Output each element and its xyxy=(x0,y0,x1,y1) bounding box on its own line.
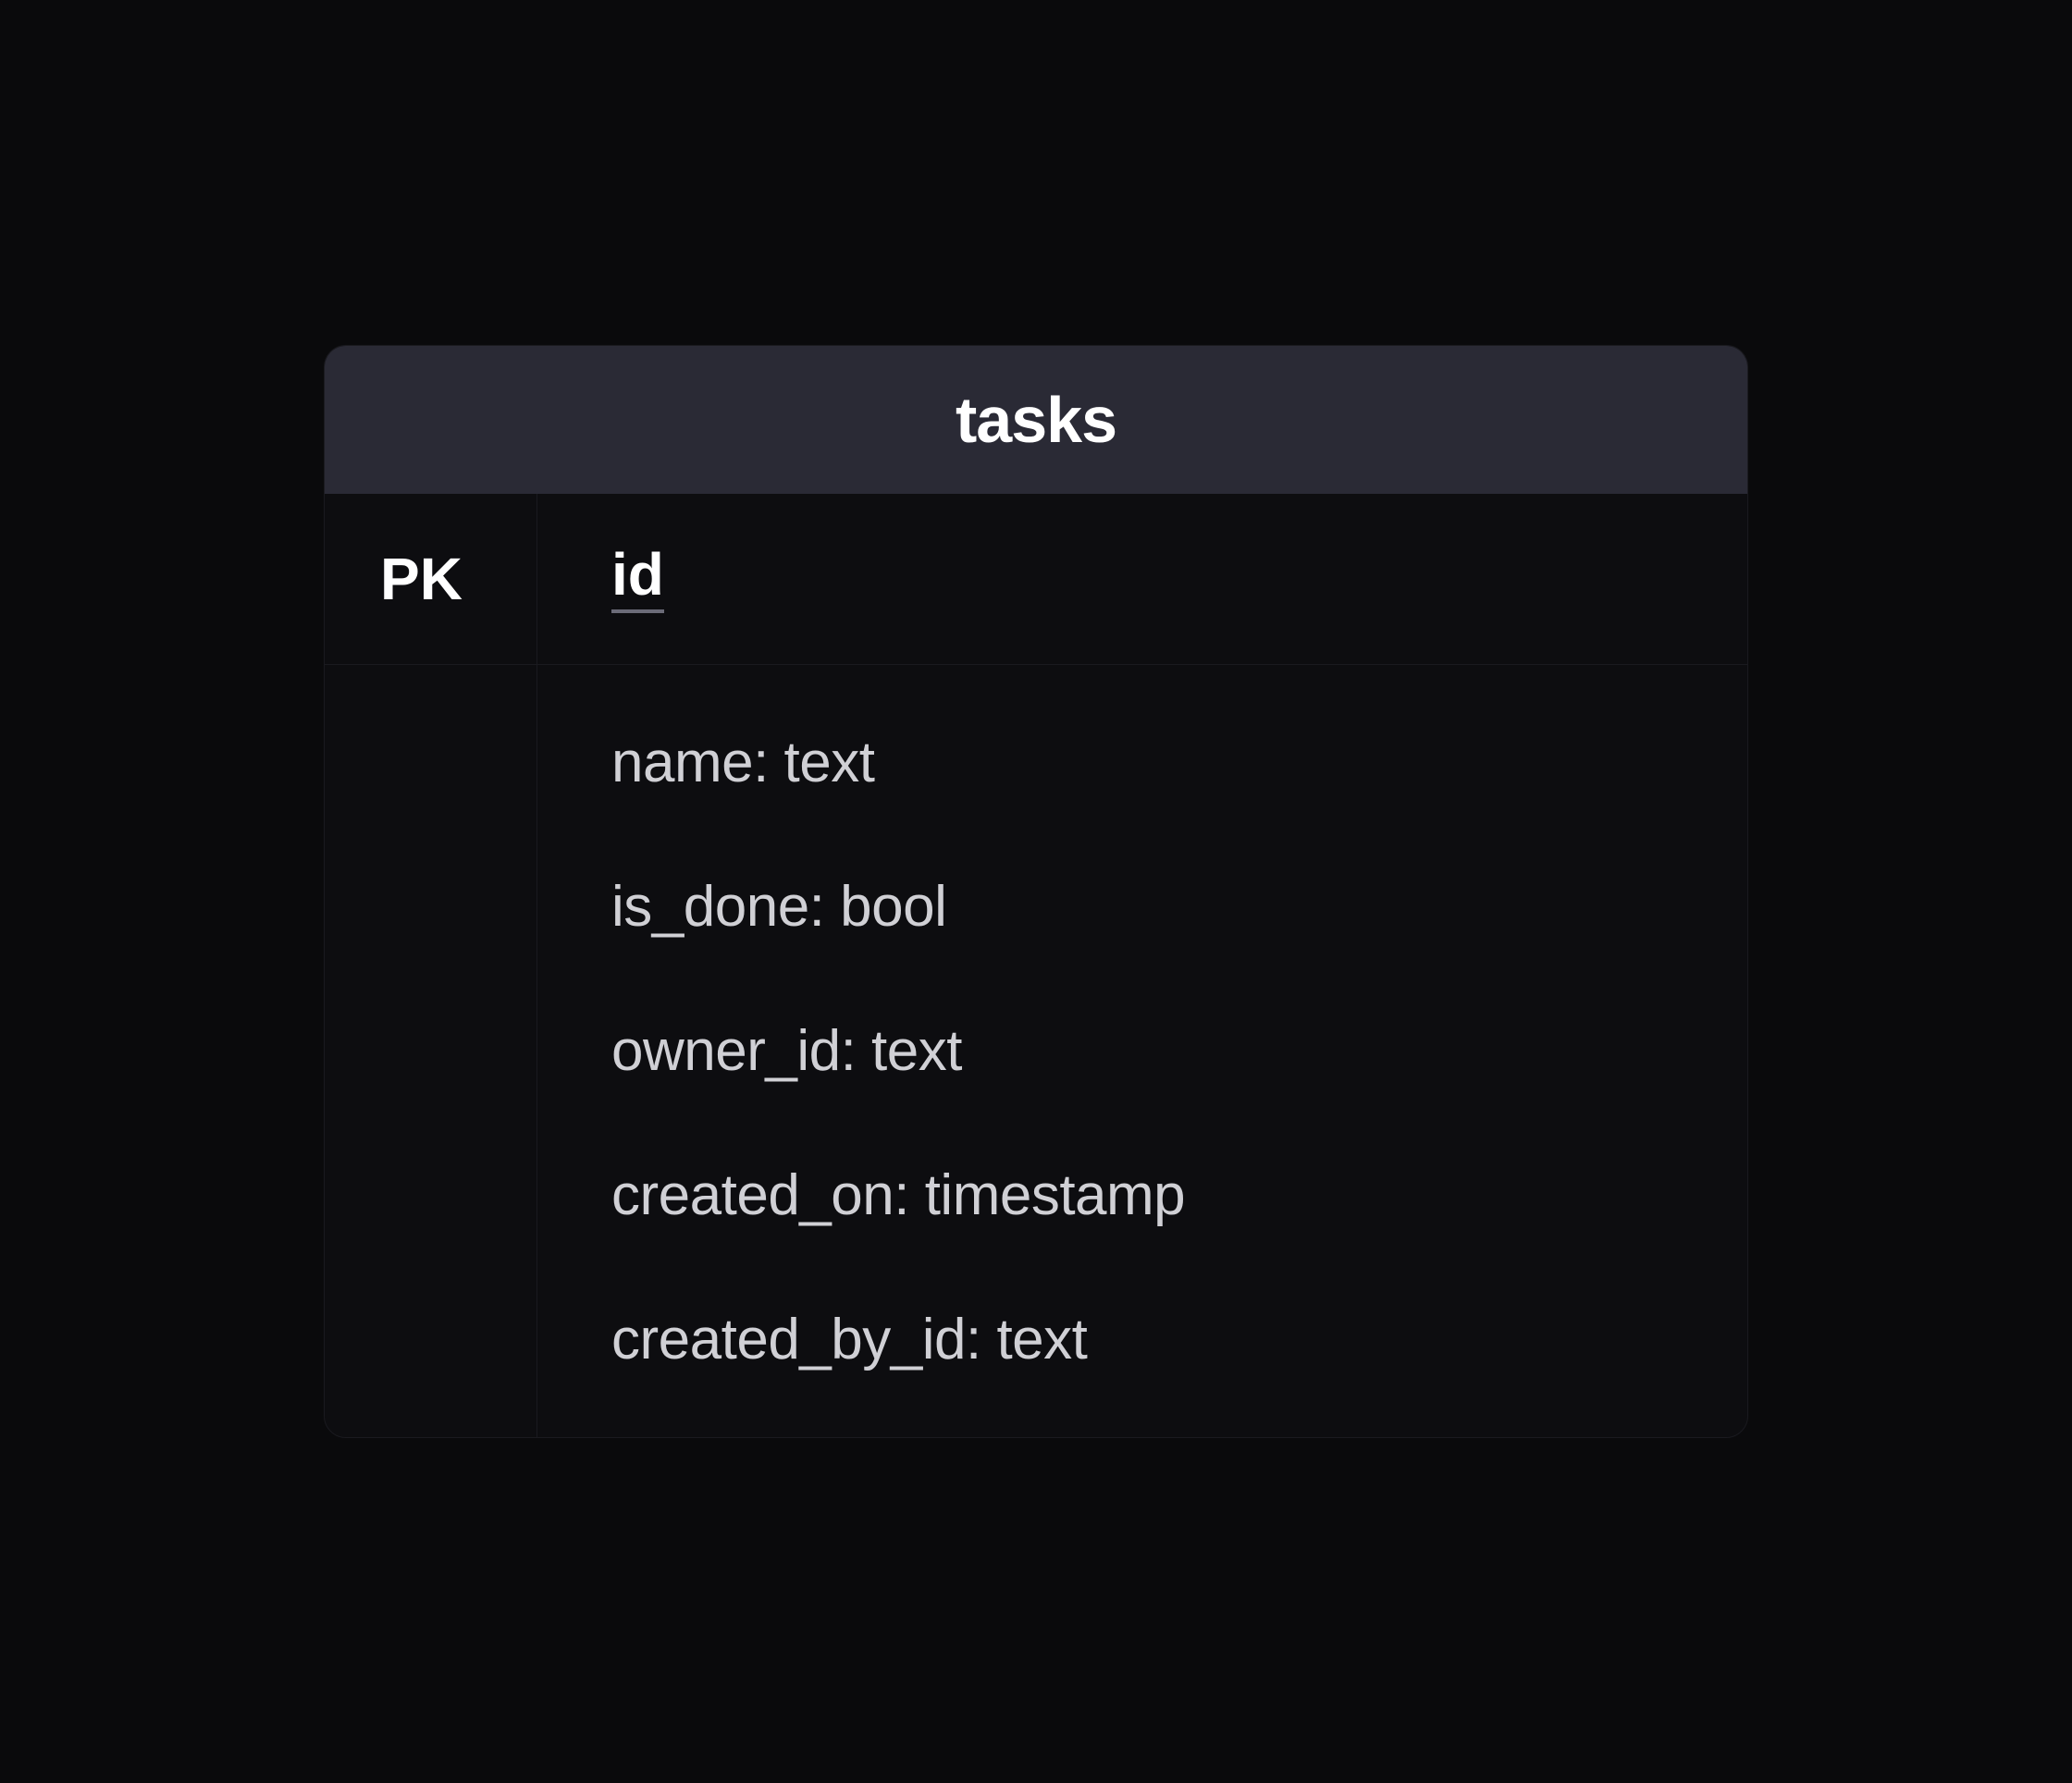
table-header: tasks xyxy=(325,346,1747,494)
field-item: created_on: timestamp xyxy=(611,1162,1747,1228)
pk-indicator-cell: PK xyxy=(325,494,537,664)
fields-row: name: text is_done: bool owner_id: text … xyxy=(325,665,1747,1437)
primary-key-row: PK id xyxy=(325,494,1747,665)
database-table-card: tasks PK id name: text is_done: bool own… xyxy=(324,345,1748,1438)
field-item: name: text xyxy=(611,730,1747,795)
table-body: PK id name: text is_done: bool owner_id:… xyxy=(325,494,1747,1437)
pk-column-name: id xyxy=(611,545,664,613)
table-name: tasks xyxy=(325,383,1747,457)
field-item: created_by_id: text xyxy=(611,1307,1747,1372)
fields-list: name: text is_done: bool owner_id: text … xyxy=(537,665,1747,1437)
field-item: is_done: bool xyxy=(611,874,1747,940)
pk-column-cell: id xyxy=(537,494,1747,664)
fields-left-spacer xyxy=(325,665,537,1437)
field-item: owner_id: text xyxy=(611,1018,1747,1084)
pk-label: PK xyxy=(380,545,462,613)
